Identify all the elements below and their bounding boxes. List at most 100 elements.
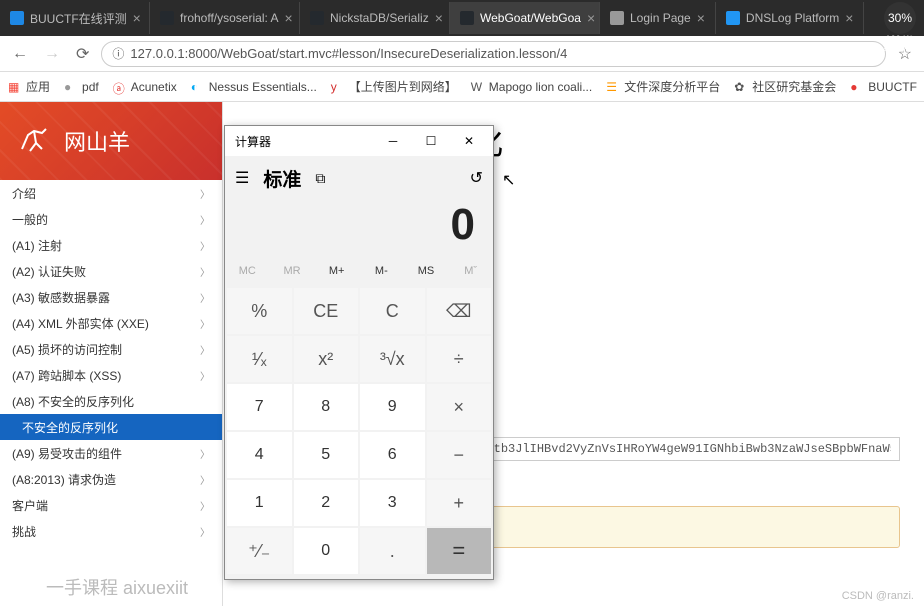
calc-key-2[interactable]: 2 — [294, 480, 359, 526]
tab-favicon — [10, 11, 24, 25]
calc-key-⁺⁄₋[interactable]: ⁺⁄₋ — [227, 528, 292, 574]
browser-tab[interactable]: NickstaDB/Serializ× — [300, 2, 450, 34]
menu-label: (A4) XML 外部实体 (XXE) — [12, 315, 149, 332]
calc-key-7[interactable]: 7 — [227, 384, 292, 430]
bookmark-icon: ⓐ — [113, 80, 127, 94]
sidebar-menu-item[interactable]: 客户端〉 — [0, 492, 222, 518]
tab-label: WebGoat/WebGoa — [480, 11, 581, 25]
sidebar-menu-item[interactable]: (A5) 损坏的访问控制〉 — [0, 336, 222, 362]
calc-key-¹⁄ₓ[interactable]: ¹⁄ₓ — [227, 336, 292, 382]
tab-label: DNSLog Platform — [746, 11, 839, 25]
calc-mode-label[interactable]: 标准 — [263, 165, 301, 192]
sidebar-menu-item[interactable]: 介绍〉 — [0, 180, 222, 206]
browser-tab[interactable]: Login Page× — [600, 2, 716, 34]
browser-tab[interactable]: WebGoat/WebGoa × — [450, 2, 600, 34]
url-input[interactable]: ⓘ 127.0.0.1:8000/WebGoat/start.mvc#lesso… — [101, 41, 885, 67]
tab-close-icon[interactable]: × — [587, 10, 595, 26]
hamburger-icon[interactable]: ☰ — [235, 168, 249, 188]
bookmark-item[interactable]: ✿社区研究基金会 — [734, 78, 836, 95]
bookmark-label: 文件深度分析平台 — [624, 78, 720, 95]
calc-key-4[interactable]: 4 — [227, 432, 292, 478]
chevron-right-icon: 〉 — [200, 472, 210, 487]
maximize-button[interactable]: ☐ — [413, 127, 449, 155]
calc-mem-button: MC — [225, 256, 270, 286]
calc-key-3[interactable]: 3 — [360, 480, 425, 526]
bookmark-label: Acunetix — [131, 80, 177, 94]
calc-key-+[interactable]: + — [427, 480, 492, 526]
calc-key-8[interactable]: 8 — [294, 384, 359, 430]
app-logo[interactable]: 网山羊 — [0, 102, 222, 180]
url-text: 127.0.0.1:8000/WebGoat/start.mvc#lesson/… — [130, 46, 567, 61]
tab-favicon — [160, 11, 174, 25]
bookmark-item[interactable]: ▦应用 — [8, 78, 50, 95]
sidebar-menu-item[interactable]: (A3) 敏感数据暴露〉 — [0, 284, 222, 310]
calc-key-C[interactable]: C — [360, 288, 425, 334]
calc-key-÷[interactable]: ÷ — [427, 336, 492, 382]
sidebar-menu-item[interactable]: (A8:2013) 请求伪造〉 — [0, 466, 222, 492]
sidebar-menu-item[interactable]: (A2) 认证失败〉 — [0, 258, 222, 284]
calculator-window[interactable]: 计算器 ─ ☐ ✕ ☰ 标准 ⧉ ↺ 0 MCMRM+M-MSMˇ %CEC⌫¹… — [224, 125, 494, 580]
tab-close-icon[interactable]: × — [133, 10, 141, 26]
site-info-icon[interactable]: ⓘ — [112, 45, 124, 62]
bookmark-label: 【上传图片到网络】 — [349, 78, 457, 95]
calc-key-6[interactable]: 6 — [360, 432, 425, 478]
calc-key-×[interactable]: × — [427, 384, 492, 430]
tab-close-icon[interactable]: × — [285, 10, 293, 26]
calc-key-−[interactable]: − — [427, 432, 492, 478]
menu-label: (A3) 敏感数据暴露 — [12, 289, 110, 306]
calc-key-³√x[interactable]: ³√x — [360, 336, 425, 382]
bookmark-icon: ● — [64, 80, 78, 94]
calc-mem-button[interactable]: M- — [359, 256, 404, 286]
tab-close-icon[interactable]: × — [435, 10, 443, 26]
calc-header: ☰ 标准 ⧉ ↺ — [225, 156, 493, 200]
bookmark-item[interactable]: ●BUUCTF — [850, 80, 917, 94]
sidebar-menu-item[interactable]: 不安全的反序列化 — [0, 414, 222, 440]
bookmark-item[interactable]: y【上传图片到网络】 — [331, 78, 457, 95]
calc-key-CE[interactable]: CE — [294, 288, 359, 334]
calc-key-9[interactable]: 9 — [360, 384, 425, 430]
bookmarks-bar: ▦应用 ● pdf ⓐ Acunetix ◐Nessus Essentials... y【上… — [0, 72, 924, 102]
calc-key-.[interactable]: . — [360, 528, 425, 574]
calc-key-%[interactable]: % — [227, 288, 292, 334]
calc-titlebar[interactable]: 计算器 ─ ☐ ✕ — [225, 126, 493, 156]
forward-button[interactable]: → — [40, 43, 64, 65]
bookmark-item[interactable]: WMapogo lion coali... — [471, 80, 592, 94]
calc-mem-button[interactable]: M+ — [314, 256, 359, 286]
sidebar-menu-item[interactable]: (A7) 跨站脚本 (XSS)〉 — [0, 362, 222, 388]
tab-close-icon[interactable]: × — [697, 10, 705, 26]
calc-key-x²[interactable]: x² — [294, 336, 359, 382]
calc-key-⌫[interactable]: ⌫ — [427, 288, 492, 334]
bookmark-item[interactable]: ☰文件深度分析平台 — [606, 78, 720, 95]
bookmark-label: pdf — [82, 80, 99, 94]
goat-icon — [14, 121, 54, 161]
pin-icon[interactable]: ⧉ — [315, 170, 325, 187]
back-button[interactable]: ← — [8, 43, 32, 65]
bookmark-item[interactable]: ⓐ Acunetix — [113, 80, 177, 94]
bookmark-icon: ◐ — [191, 80, 205, 94]
sidebar-menu-item[interactable]: 一般的〉 — [0, 206, 222, 232]
sidebar: 网山羊 介绍〉一般的〉(A1) 注射〉(A2) 认证失败〉(A3) 敏感数据暴露… — [0, 102, 223, 606]
chevron-right-icon: 〉 — [200, 316, 210, 331]
calc-key-5[interactable]: 5 — [294, 432, 359, 478]
browser-tab[interactable]: DNSLog Platform × — [716, 2, 865, 34]
calc-key-=[interactable]: = — [427, 528, 492, 574]
bookmark-icon: ● — [850, 80, 864, 94]
sidebar-menu-item[interactable]: (A1) 注射〉 — [0, 232, 222, 258]
menu-label: 介绍 — [12, 185, 36, 202]
reload-button[interactable]: ⟳ — [72, 42, 93, 66]
tab-close-icon[interactable]: × — [845, 10, 853, 26]
calc-key-1[interactable]: 1 — [227, 480, 292, 526]
bookmark-item[interactable]: ● pdf — [64, 80, 99, 94]
bookmark-item[interactable]: ◐Nessus Essentials... — [191, 80, 317, 94]
sidebar-menu-item[interactable]: (A9) 易受攻击的组件〉 — [0, 440, 222, 466]
calc-key-0[interactable]: 0 — [294, 528, 359, 574]
browser-tab[interactable]: BUUCTF在线评测× — [0, 2, 150, 34]
sidebar-menu-item[interactable]: (A8) 不安全的反序列化 — [0, 388, 222, 414]
sidebar-menu-item[interactable]: (A4) XML 外部实体 (XXE) 〉 — [0, 310, 222, 336]
history-icon[interactable]: ↺ — [470, 168, 483, 188]
calc-mem-button[interactable]: MS — [404, 256, 449, 286]
sidebar-menu-item[interactable]: 挑战〉 — [0, 518, 222, 544]
close-button[interactable]: ✕ — [451, 127, 487, 155]
browser-tab[interactable]: frohoff/ysoserial: A× — [150, 2, 300, 34]
minimize-button[interactable]: ─ — [375, 127, 411, 155]
